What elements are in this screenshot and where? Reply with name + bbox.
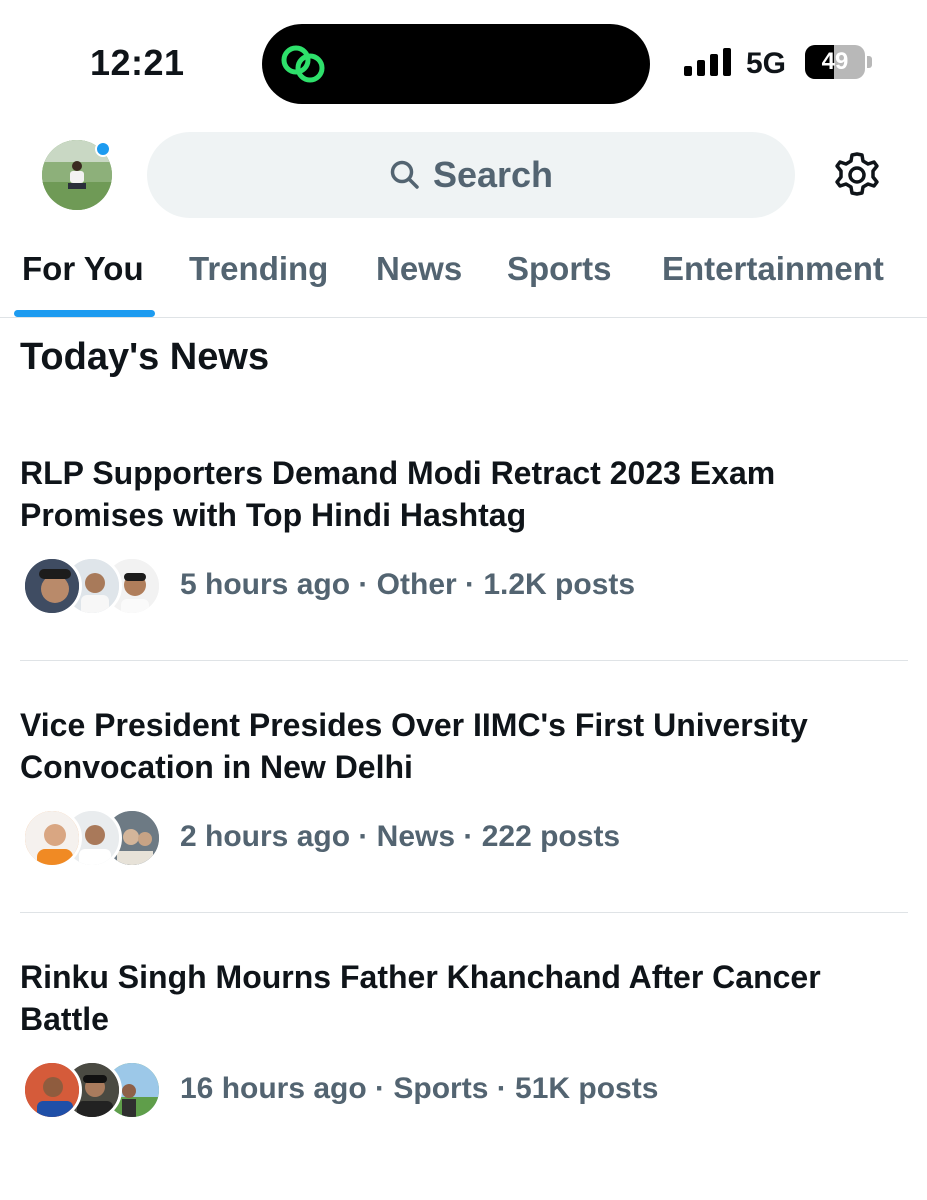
news-meta: 2 hours ago · News · 222 posts — [20, 808, 908, 870]
tab-for-you[interactable]: For You — [22, 250, 144, 288]
signal-icon — [684, 48, 732, 76]
search-input[interactable]: Search — [147, 132, 795, 218]
news-item[interactable]: Rinku Singh Mourns Father Khanchand Afte… — [20, 956, 908, 1122]
battery-percent: 49 — [821, 48, 849, 75]
tab-trending[interactable]: Trending — [189, 250, 328, 288]
avatar-stack — [22, 808, 162, 870]
news-headline[interactable]: Vice President Presides Over IIMC's Firs… — [20, 704, 908, 788]
news-headline[interactable]: RLP Supporters Demand Modi Retract 2023 … — [20, 452, 908, 536]
news-meta: 16 hours ago · Sports · 51K posts — [20, 1060, 908, 1122]
gear-icon[interactable] — [832, 150, 882, 200]
news-item[interactable]: RLP Supporters Demand Modi Retract 2023 … — [20, 452, 908, 618]
news-headline[interactable]: Rinku Singh Mourns Father Khanchand Afte… — [20, 956, 908, 1040]
news-meta-text: 5 hours ago · Other · 1.2K posts — [180, 568, 636, 601]
active-tab-indicator — [14, 310, 155, 317]
search-placeholder: Search — [432, 154, 554, 195]
avatar — [22, 556, 82, 616]
link-icon — [281, 45, 325, 83]
notification-dot — [95, 141, 111, 157]
tab-bar: For You Trending News Sports Entertainme… — [0, 240, 927, 318]
section-title: Today's News — [20, 336, 270, 378]
avatar — [22, 1060, 82, 1120]
avatar — [22, 808, 82, 868]
avatar-stack — [22, 556, 162, 618]
status-bar: 12:21 5G 49 — [0, 0, 927, 120]
search-icon — [390, 160, 419, 189]
status-time: 12:21 — [90, 42, 185, 83]
tab-sports[interactable]: Sports — [507, 250, 612, 288]
dynamic-island — [262, 24, 650, 104]
tab-entertainment[interactable]: Entertainment — [662, 250, 884, 288]
network-label: 5G — [746, 47, 787, 80]
news-meta-text: 16 hours ago · Sports · 51K posts — [180, 1072, 659, 1105]
battery-icon: 49 — [805, 45, 865, 79]
tab-news[interactable]: News — [376, 250, 462, 288]
news-meta: 5 hours ago · Other · 1.2K posts — [20, 556, 908, 618]
divider — [20, 660, 908, 661]
avatar-stack — [22, 1060, 162, 1122]
news-meta-text: 2 hours ago · News · 222 posts — [180, 820, 621, 853]
news-item[interactable]: Vice President Presides Over IIMC's Firs… — [20, 704, 908, 870]
battery-nub — [867, 56, 872, 68]
divider — [20, 912, 908, 913]
